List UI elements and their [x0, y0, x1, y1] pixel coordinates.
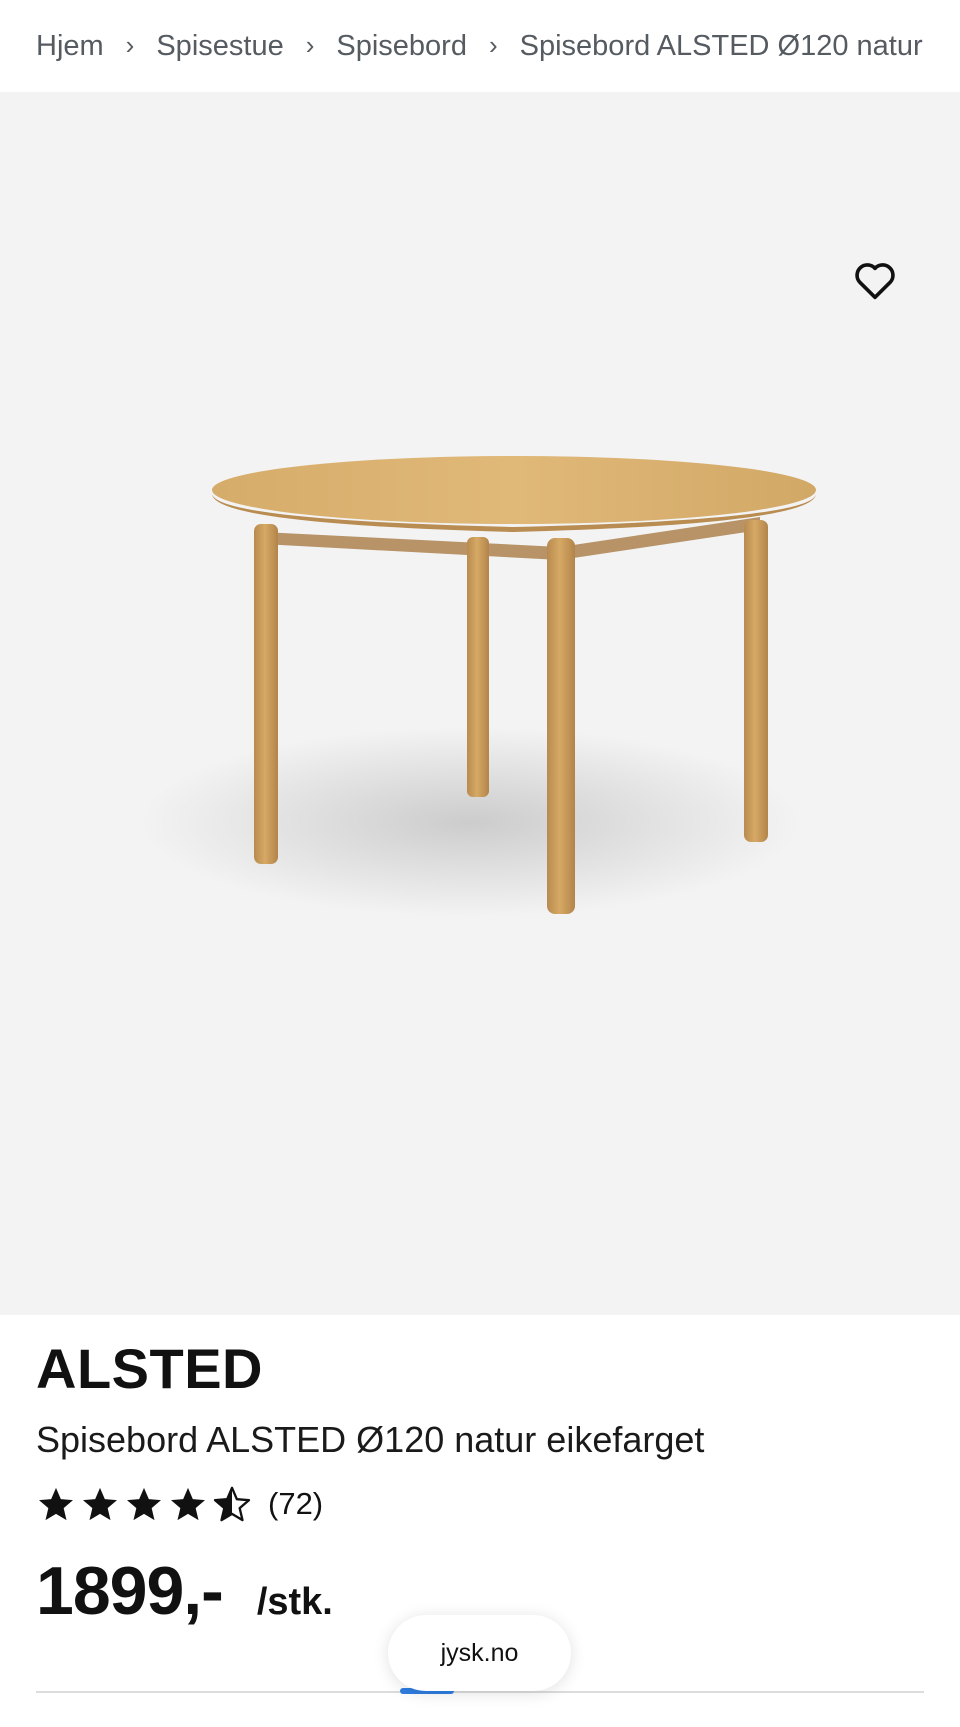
gallery-pagination	[748, 1314, 894, 1315]
rating-stars	[36, 1484, 252, 1524]
url-text: jysk.no	[440, 1638, 519, 1667]
favorite-button[interactable]	[848, 255, 902, 305]
browser-url-bar[interactable]: jysk.no	[388, 1615, 571, 1691]
star-filled-icon	[39, 1487, 73, 1521]
star-filled-icon	[83, 1487, 117, 1521]
breadcrumb-item-home[interactable]: Hjem	[36, 30, 104, 63]
chevron-right-icon: ›	[305, 29, 315, 60]
product-price: 1899,-	[36, 1553, 224, 1629]
star-filled-icon	[171, 1487, 205, 1521]
chevron-right-icon: ›	[488, 29, 498, 60]
product-rating[interactable]: (72)	[36, 1482, 323, 1526]
price-unit: /stk.	[256, 1581, 333, 1623]
breadcrumb-item-dining-tables[interactable]: Spisebord	[336, 30, 467, 63]
price-row: 1899,- /stk.	[36, 1552, 333, 1630]
product-name: Spisebord ALSTED Ø120 natur eikefarget	[36, 1419, 705, 1460]
product-image-gallery[interactable]	[0, 92, 960, 1315]
star-half-icon	[213, 1486, 251, 1522]
chevron-right-icon: ›	[125, 29, 135, 60]
heart-outline-icon	[855, 263, 895, 300]
review-count: (72)	[268, 1486, 324, 1521]
breadcrumb: Hjem › Spisestue › Spisebord › Spisebord…	[36, 0, 924, 92]
product-brand: ALSTED	[36, 1337, 263, 1400]
breadcrumb-item-dining-room[interactable]: Spisestue	[156, 30, 283, 63]
breadcrumb-item-current: Spisebord ALSTED Ø120 natur eikefarget	[519, 29, 924, 62]
product-image	[140, 456, 816, 917]
divider	[36, 1691, 924, 1693]
product-page: Hjem › Spisestue › Spisebord › Spisebord…	[0, 0, 960, 1727]
star-filled-icon	[127, 1487, 161, 1521]
